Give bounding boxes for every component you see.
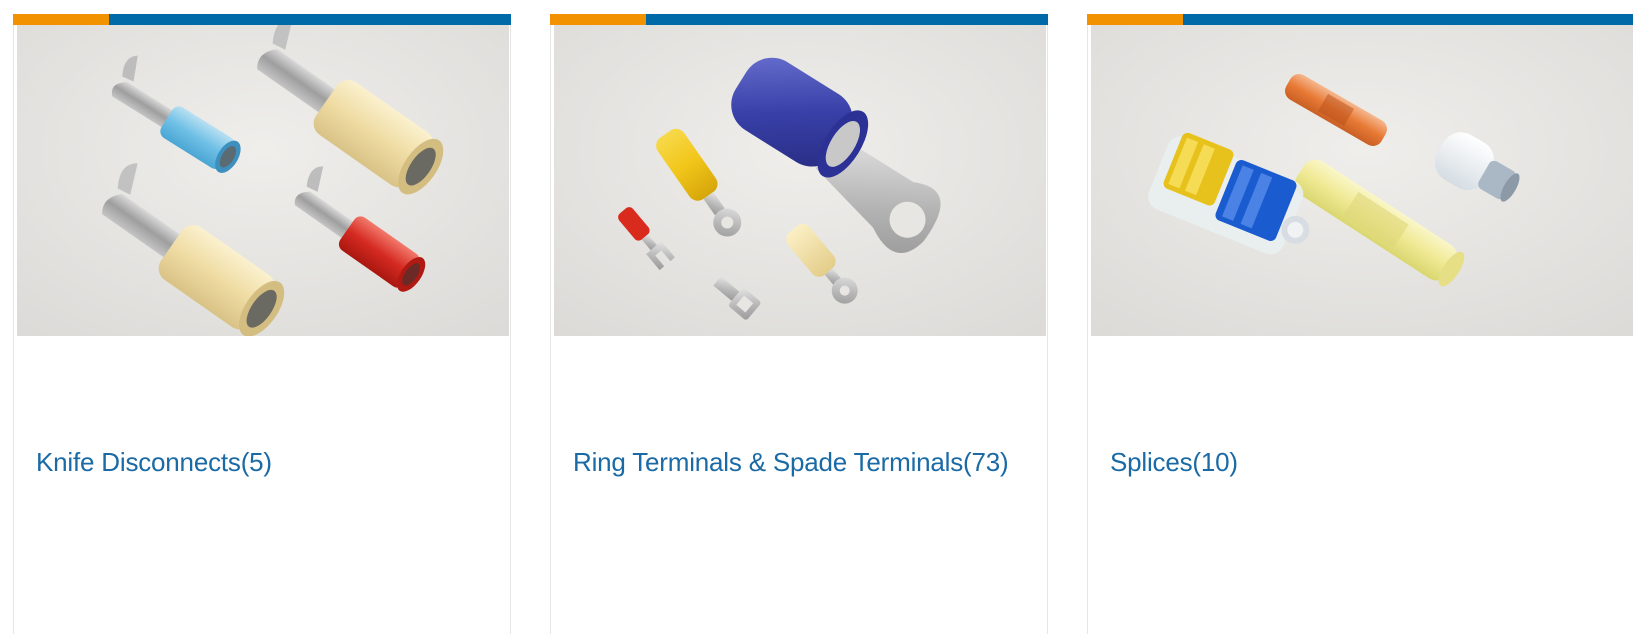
category-card-splices[interactable]: Splices(10)	[1087, 14, 1633, 634]
category-title-link[interactable]: Splices(10)	[1110, 446, 1238, 478]
card-top-accent	[1087, 14, 1183, 25]
category-title-link[interactable]: Ring Terminals & Spade Terminals(73)	[573, 446, 1009, 478]
category-card-knife-disconnects[interactable]: Knife Disconnects(5)	[13, 14, 511, 634]
category-title-link[interactable]: Knife Disconnects(5)	[36, 446, 272, 478]
ring-spade-terminals-photo[interactable]	[554, 25, 1046, 336]
splices-photo[interactable]	[1091, 25, 1633, 336]
card-top-accent	[13, 14, 109, 25]
category-card-ring-spade-terminals[interactable]: Ring Terminals & Spade Terminals(73)	[550, 14, 1048, 634]
splices-illustration	[1091, 25, 1633, 336]
card-top-bar	[550, 14, 1048, 25]
card-top-bar	[1087, 14, 1633, 25]
card-top-accent	[550, 14, 646, 25]
category-grid: Knife Disconnects(5) Ring Terminals & Sp…	[0, 0, 1633, 634]
card-top-bar	[13, 14, 511, 25]
knife-disconnects-illustration	[17, 25, 509, 336]
ring-spade-terminals-illustration	[554, 25, 1046, 336]
knife-disconnects-photo[interactable]	[17, 25, 509, 336]
